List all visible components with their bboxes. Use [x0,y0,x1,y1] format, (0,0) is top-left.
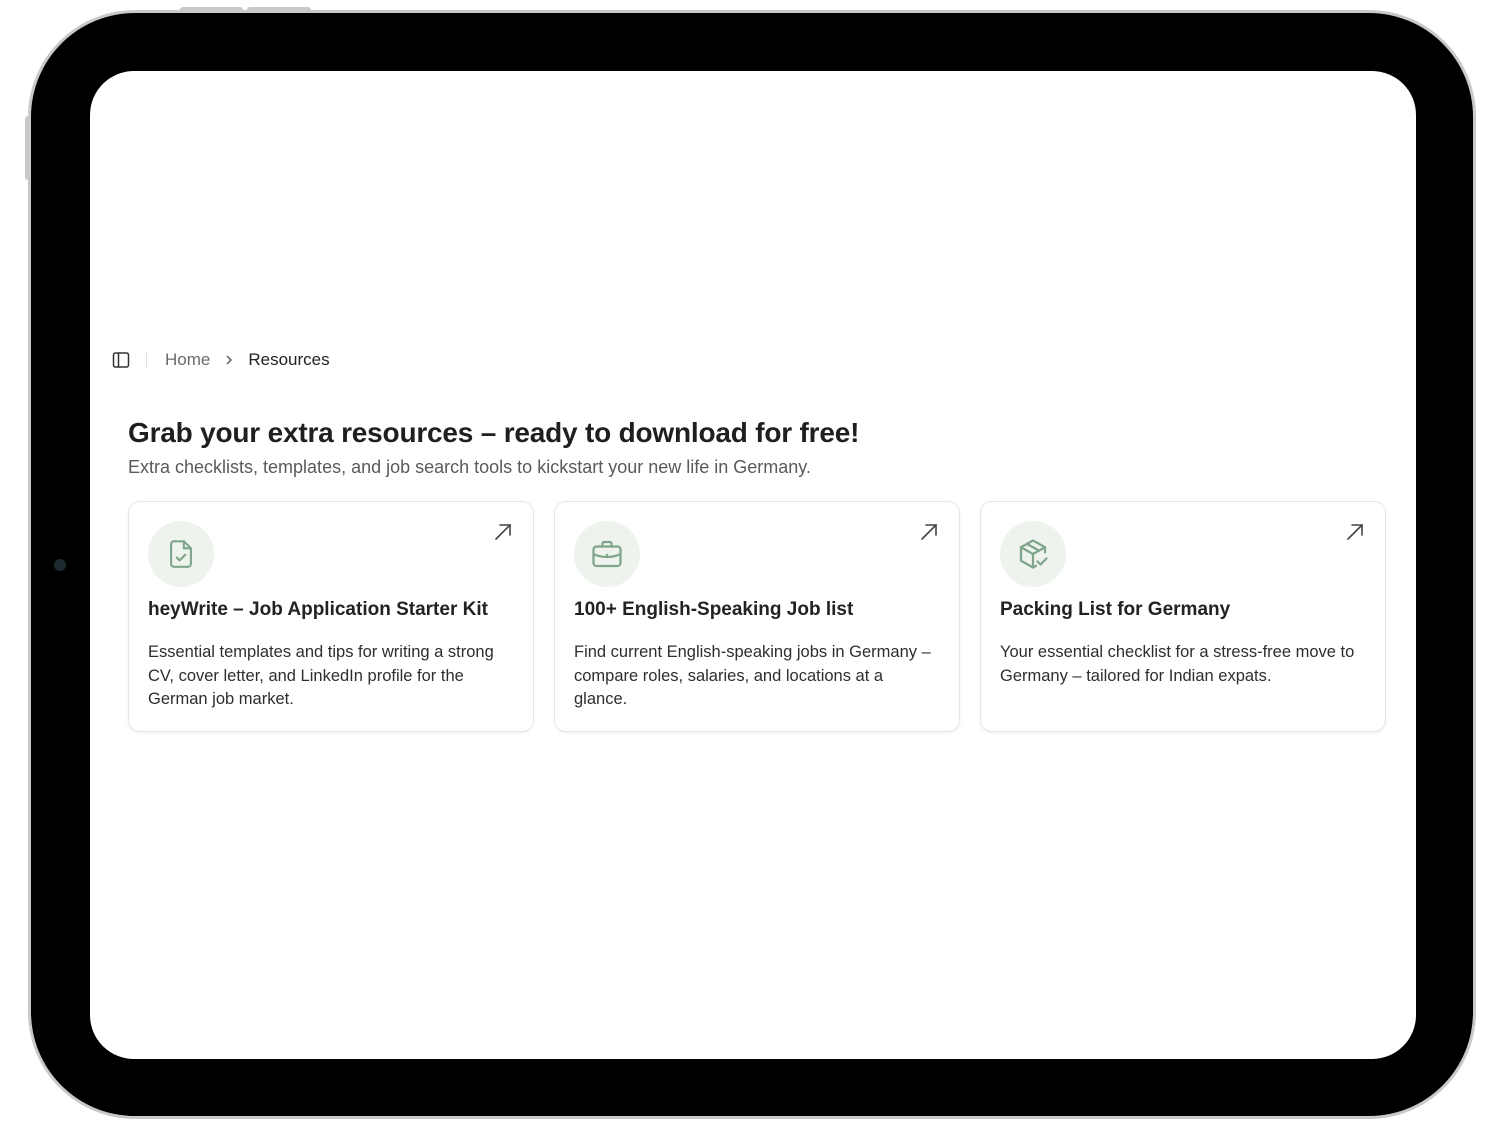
document-check-icon [148,521,214,587]
resource-card-packing-list[interactable]: Packing List for Germany Your essential … [980,501,1386,732]
card-description: Your essential checklist for a stress-fr… [1000,643,1355,685]
page-title: Grab your extra resources – ready to dow… [128,417,860,448]
screen: Home Resources Grab your extra resources… [90,71,1416,1059]
breadcrumb-divider [146,351,147,369]
card-title: 100+ English-Speaking Job list [574,599,854,620]
page-subtitle: Extra checklists, templates, and job sea… [128,457,811,477]
package-check-icon [1000,521,1066,587]
arrow-up-right-icon[interactable] [919,522,939,542]
card-title: Packing List for Germany [1000,599,1231,620]
card-description: Find current English-speaking jobs in Ge… [574,643,931,708]
resource-card-english-job-list[interactable]: 100+ English-Speaking Job list Find curr… [554,501,960,732]
card-title: heyWrite – Job Application Starter Kit [148,599,488,620]
sidebar-toggle-icon[interactable] [112,351,130,369]
card-description: Essential templates and tips for writing… [148,643,494,708]
arrow-up-right-icon[interactable] [493,522,513,542]
camera-icon [54,559,66,571]
breadcrumb-current: Resources [248,350,330,369]
chevron-right-icon [224,354,234,366]
briefcase-icon [574,521,640,587]
breadcrumb: Home Resources [112,348,330,372]
resource-card-job-starter-kit[interactable]: heyWrite – Job Application Starter Kit E… [128,501,534,732]
resource-cards: heyWrite – Job Application Starter Kit E… [128,501,1386,732]
breadcrumb-home-link[interactable]: Home [165,350,210,370]
arrow-up-right-icon[interactable] [1345,522,1365,542]
